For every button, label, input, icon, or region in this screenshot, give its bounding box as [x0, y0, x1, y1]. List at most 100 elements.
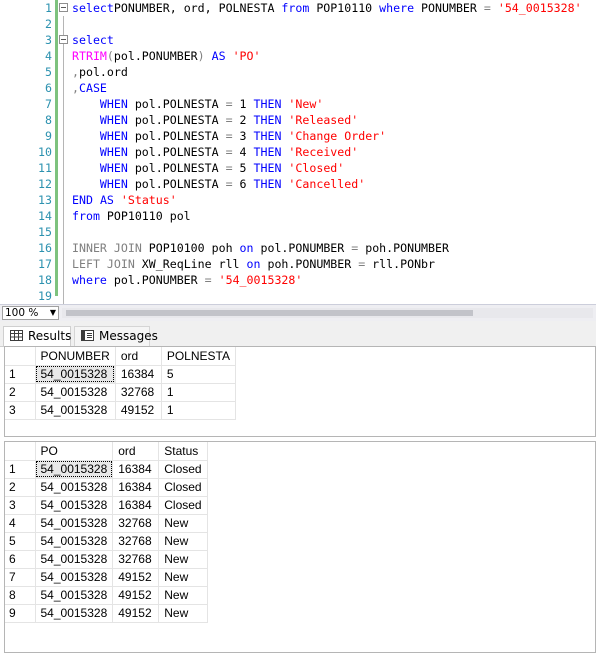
table-cell[interactable]: 54_0015328: [35, 496, 114, 515]
table-cell[interactable]: New: [158, 550, 208, 569]
code-token: =: [225, 161, 233, 175]
table-cell[interactable]: 49152: [115, 401, 162, 420]
code-token: WHEN: [99, 129, 128, 143]
table-cell[interactable]: 49152: [112, 604, 160, 623]
table-row[interactable]: 4 54_0015328 32768 New: [5, 514, 208, 533]
table-cell[interactable]: 1: [161, 383, 236, 402]
result-grid-1[interactable]: PONUMBER ord POLNESTA 1 54_0015328 16384 5 2 54_…: [4, 346, 596, 437]
line-number: 2: [45, 17, 52, 31]
table-cell[interactable]: 32768: [112, 514, 160, 533]
row-number[interactable]: 6: [5, 550, 36, 569]
table-cell[interactable]: Closed: [158, 478, 208, 497]
zoom-select[interactable]: 100 % ▼: [2, 306, 59, 320]
table-cell[interactable]: New: [158, 514, 208, 533]
sql-editor[interactable]: 1 selectPONUMBER, ord, POLNESTA from POP1…: [0, 0, 596, 304]
table-row[interactable]: 1 54_0015328 16384 Closed: [5, 460, 208, 479]
code-token: 3: [232, 129, 254, 143]
row-number[interactable]: 4: [5, 514, 36, 533]
column-header[interactable]: ord: [112, 442, 160, 461]
code-token: RTRIM: [72, 49, 107, 63]
code-token: pol.POLNESTA: [127, 97, 226, 111]
table-cell[interactable]: 16384: [112, 496, 160, 515]
row-number[interactable]: 8: [5, 586, 36, 605]
row-number[interactable]: 7: [5, 568, 36, 587]
result-grid-2[interactable]: PO ord Status 1 54_0015328 16384 Closed 2 54_001…: [4, 441, 596, 653]
table-cell[interactable]: New: [158, 586, 208, 605]
line-number: 6: [45, 81, 52, 95]
tab-messages[interactable]: Messages: [74, 326, 158, 346]
horizontal-scrollbar[interactable]: [62, 308, 593, 318]
column-header[interactable]: ord: [115, 347, 162, 366]
row-number[interactable]: 1: [5, 365, 36, 384]
table-cell[interactable]: New: [158, 568, 208, 587]
table-row[interactable]: 2 54_0015328 16384 Closed: [5, 478, 208, 497]
table-cell[interactable]: 16384: [112, 478, 160, 497]
scrollbar-thumb[interactable]: [66, 310, 473, 316]
code-token: THEN: [253, 97, 282, 111]
row-number[interactable]: 2: [5, 383, 36, 402]
tab-results[interactable]: Results: [3, 326, 71, 346]
corner-cell[interactable]: [5, 442, 36, 461]
table-cell[interactable]: 5: [161, 365, 236, 384]
code-token: THEN: [253, 113, 282, 127]
table-row[interactable]: 3 54_0015328 49152 1: [5, 401, 236, 420]
table-cell[interactable]: 1: [161, 401, 236, 420]
collapse-icon[interactable]: [59, 3, 68, 12]
corner-cell[interactable]: [5, 347, 36, 366]
table-cell[interactable]: New: [158, 604, 208, 623]
table-row[interactable]: 1 54_0015328 16384 5: [5, 365, 236, 384]
table-cell[interactable]: 49152: [112, 586, 160, 605]
code-token: 'Change Order': [288, 129, 387, 143]
code-text: END AS 'Status': [72, 192, 177, 208]
table-cell[interactable]: 54_0015328: [35, 550, 114, 569]
table-cell[interactable]: 54_0015328: [35, 568, 114, 587]
table-cell[interactable]: 54_0015328: [35, 365, 116, 384]
code-text: selectPONUMBER, ord, POLNESTA from POP10…: [72, 0, 582, 16]
row-number[interactable]: 2: [5, 478, 36, 497]
row-number[interactable]: 1: [5, 460, 36, 479]
column-header[interactable]: POLNESTA: [161, 347, 236, 366]
table-cell[interactable]: 16384: [115, 365, 162, 384]
table-cell[interactable]: 54_0015328: [35, 401, 116, 420]
row-number[interactable]: 5: [5, 532, 36, 551]
table-cell[interactable]: 32768: [112, 532, 160, 551]
table-row[interactable]: 9 54_0015328 49152 New: [5, 604, 208, 623]
code-token: pol.PONUMBER: [113, 49, 198, 63]
code-text: WHEN pol.POLNESTA = 2 THEN 'Released': [72, 112, 358, 128]
table-cell[interactable]: Closed: [158, 496, 208, 515]
table-cell[interactable]: 54_0015328: [35, 532, 114, 551]
table-cell[interactable]: 32768: [112, 550, 160, 569]
row-number[interactable]: 3: [5, 496, 36, 515]
table-cell[interactable]: 54_0015328: [35, 514, 114, 533]
code-token: 'Received': [288, 145, 359, 159]
table-cell[interactable]: 54_0015328: [35, 604, 114, 623]
table-cell[interactable]: 54_0015328: [35, 383, 116, 402]
table-cell[interactable]: 16384: [112, 460, 160, 479]
table-cell[interactable]: 49152: [112, 568, 160, 587]
table-cell[interactable]: 54_0015328: [35, 460, 114, 479]
table-cell[interactable]: 54_0015328: [35, 586, 114, 605]
table-cell[interactable]: New: [158, 532, 208, 551]
collapse-icon[interactable]: [59, 35, 68, 44]
table-row[interactable]: 6 54_0015328 32768 New: [5, 550, 208, 569]
table-row[interactable]: 3 54_0015328 16384 Closed: [5, 496, 208, 515]
table-row[interactable]: 8 54_0015328 49152 New: [5, 586, 208, 605]
row-number[interactable]: 3: [5, 401, 36, 420]
code-token: INNER JOIN: [72, 241, 142, 255]
line-number: 3: [45, 33, 52, 47]
table-cell[interactable]: 54_0015328: [35, 478, 114, 497]
column-header[interactable]: Status: [158, 442, 208, 461]
table-cell[interactable]: 32768: [115, 383, 162, 402]
table-row[interactable]: 7 54_0015328 49152 New: [5, 568, 208, 587]
column-header[interactable]: PO: [35, 442, 114, 461]
column-header[interactable]: PONUMBER: [35, 347, 116, 366]
table-row[interactable]: 5 54_0015328 32768 New: [5, 532, 208, 551]
line-number: 13: [38, 193, 52, 207]
table-row[interactable]: 2 54_0015328 32768 1: [5, 383, 236, 402]
table-cell[interactable]: Closed: [158, 460, 208, 479]
row-number[interactable]: 9: [5, 604, 36, 623]
